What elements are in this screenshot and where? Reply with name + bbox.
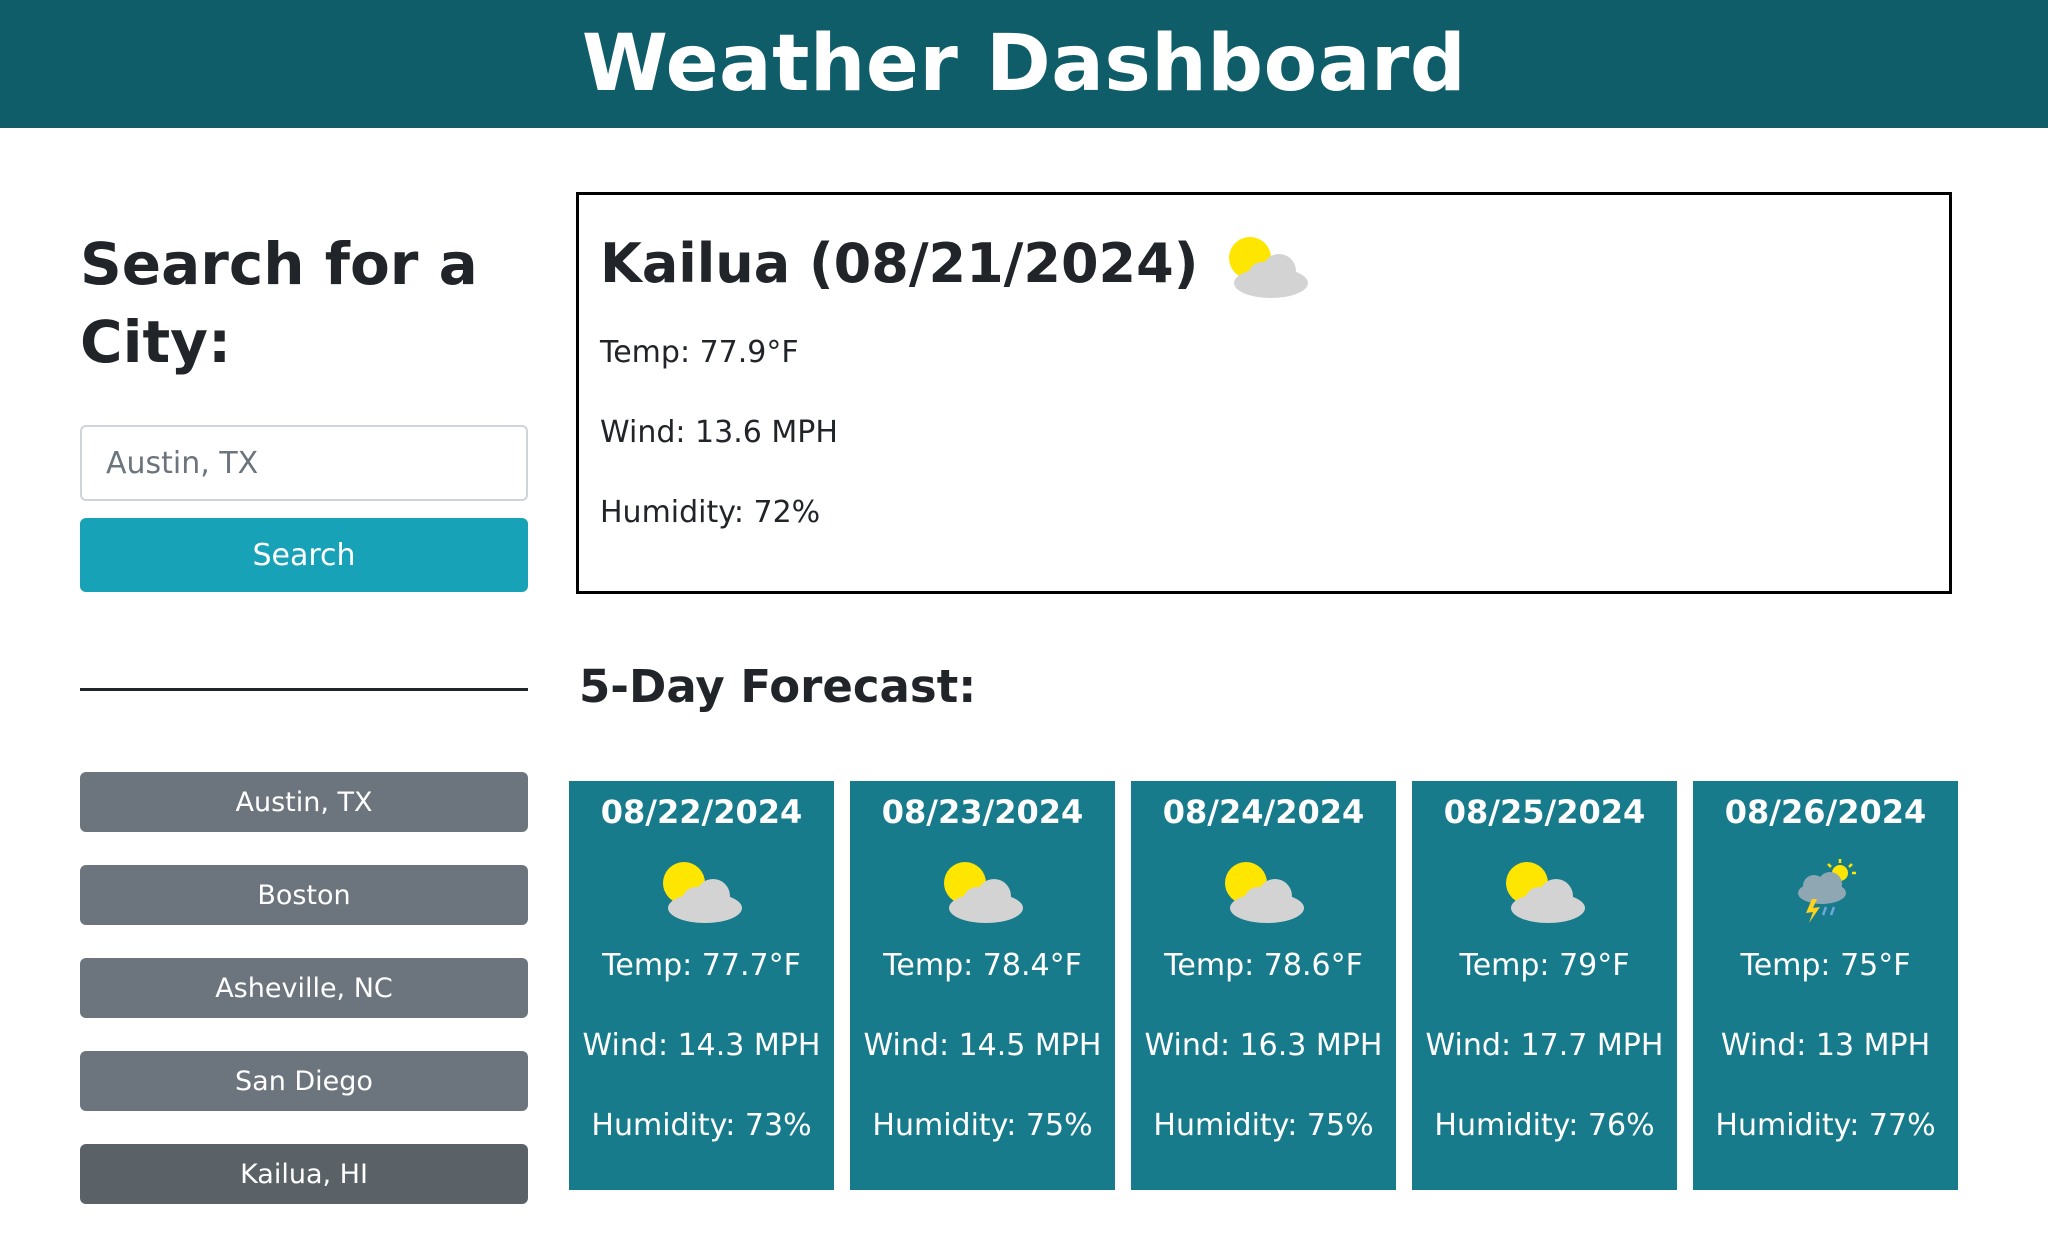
forecast-card: 08/24/2024 Temp: 78.6°F Wind: 16.3 MPH H… (1131, 781, 1396, 1190)
forecast-temp: Temp: 78.6°F (1164, 948, 1363, 983)
partly-cloudy-icon (1224, 862, 1304, 923)
thunderstorm-icon (1797, 859, 1856, 923)
forecast-card: 08/26/2024 Temp: 75°F Wind: 13 MPH Humid… (1693, 781, 1958, 1190)
forecast-card: 08/23/2024 Temp: 78.4°F Wind: 14.5 MPH H… (850, 781, 1115, 1190)
forecast-heading: 5-Day Forecast: (579, 660, 977, 713)
forecast-wind: Wind: 14.3 MPH (582, 1028, 821, 1063)
current-wind: Wind: 13.6 MPH (600, 415, 838, 450)
search-heading: Search for a City: (80, 230, 478, 376)
search-input[interactable] (80, 425, 528, 501)
partly-cloudy-icon (662, 862, 742, 923)
partly-cloudy-icon (1505, 862, 1585, 923)
page-title: Weather Dashboard (581, 19, 1467, 109)
forecast-wind: Wind: 17.7 MPH (1425, 1028, 1664, 1063)
forecast-date: 08/25/2024 (1443, 793, 1646, 831)
forecast-wind: Wind: 16.3 MPH (1144, 1028, 1383, 1063)
current-humidity: Humidity: 72% (600, 495, 821, 530)
sidebar-divider (80, 688, 528, 691)
forecast-temp: Temp: 78.4°F (883, 948, 1082, 983)
forecast-temp: Temp: 77.7°F (602, 948, 801, 983)
history-button-austin[interactable]: Austin, TX (80, 772, 528, 832)
forecast-date: 08/22/2024 (600, 793, 803, 831)
forecast-wind: Wind: 13 MPH (1720, 1028, 1931, 1063)
current-weather-card: Kailua (08/21/2024) Temp: 77.9°F Wind: 1… (576, 192, 1952, 594)
forecast-card: 08/25/2024 Temp: 79°F Wind: 17.7 MPH Hum… (1412, 781, 1677, 1190)
partly-cloudy-icon (1229, 237, 1309, 298)
history-button-kailua[interactable]: Kailua, HI (80, 1144, 528, 1204)
forecast-temp: Temp: 75°F (1740, 948, 1911, 983)
forecast-humidity: Humidity: 77% (1715, 1108, 1936, 1143)
forecast-humidity: Humidity: 75% (872, 1108, 1093, 1143)
current-title-row: Kailua (08/21/2024) (600, 223, 1928, 303)
search-button[interactable]: Search (80, 518, 528, 592)
history-button-san-diego[interactable]: San Diego (80, 1051, 528, 1111)
forecast-date: 08/26/2024 (1724, 793, 1927, 831)
forecast-humidity: Humidity: 73% (591, 1108, 812, 1143)
forecast-humidity: Humidity: 76% (1434, 1108, 1655, 1143)
search-history-list: Austin, TX Boston Asheville, NC San Dieg… (80, 772, 528, 1237)
sidebar: Search for a City: Search Austin, TX Bos… (80, 225, 528, 1204)
forecast-temp: Temp: 79°F (1459, 948, 1630, 983)
current-temp: Temp: 77.9°F (600, 335, 799, 370)
history-button-boston[interactable]: Boston (80, 865, 528, 925)
forecast-card: 08/22/2024 Temp: 77.7°F Wind: 14.3 MPH H… (569, 781, 834, 1190)
forecast-humidity: Humidity: 75% (1153, 1108, 1374, 1143)
forecast-date: 08/23/2024 (881, 793, 1084, 831)
partly-cloudy-icon (943, 862, 1023, 923)
forecast-date: 08/24/2024 (1162, 793, 1365, 831)
forecast-wind: Wind: 14.5 MPH (863, 1028, 1102, 1063)
current-city-date: Kailua (08/21/2024) (600, 231, 1199, 295)
app-header: Weather Dashboard (0, 0, 2048, 128)
history-button-asheville[interactable]: Asheville, NC (80, 958, 528, 1018)
forecast-row: 08/22/2024 Temp: 77.7°F Wind: 14.3 MPH H… (569, 781, 1959, 1190)
